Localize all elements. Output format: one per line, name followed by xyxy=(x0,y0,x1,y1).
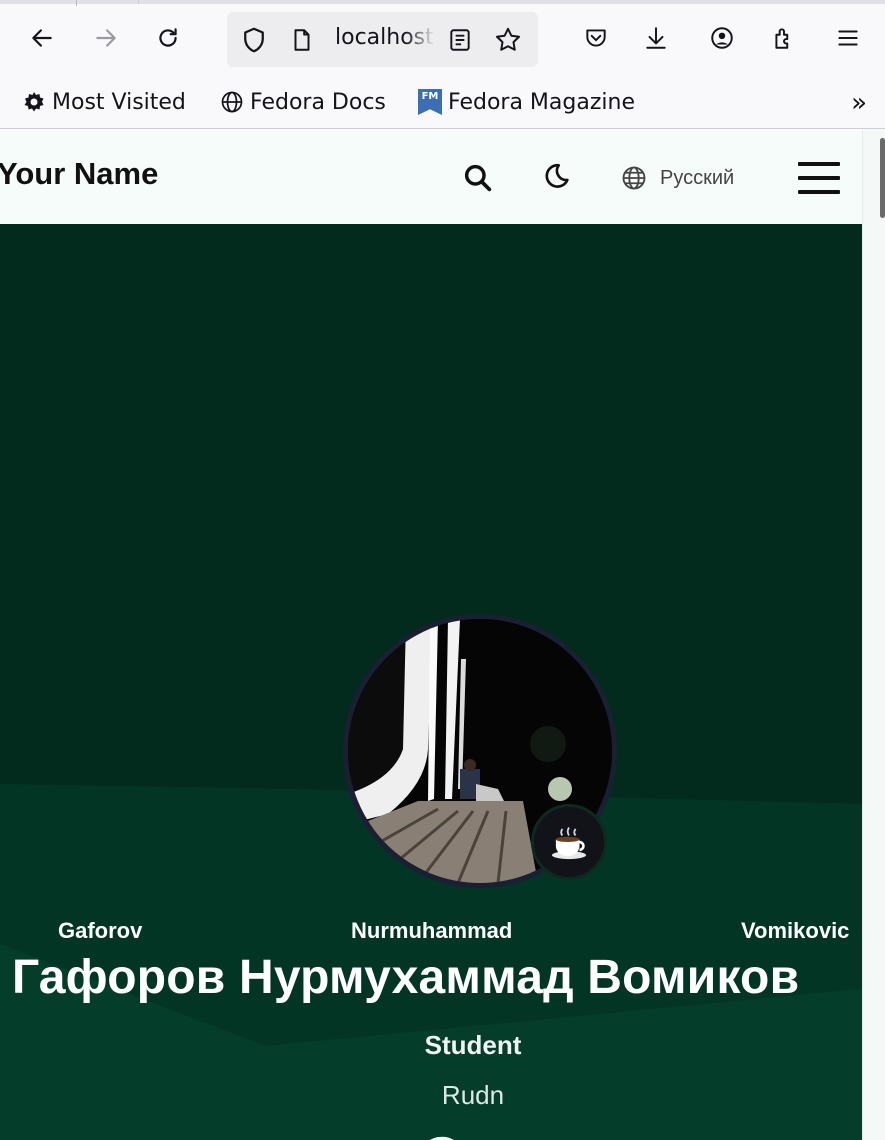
reader-view-icon[interactable] xyxy=(447,27,473,53)
bookmark-label: Fedora Docs xyxy=(250,89,386,115)
search-icon[interactable] xyxy=(462,162,494,194)
social-links: g xyxy=(418,1134,532,1140)
download-icon xyxy=(646,27,666,49)
bookmark-fedora-docs[interactable]: Fedora Docs xyxy=(220,86,386,118)
svg-text:g: g xyxy=(496,1135,521,1140)
arrow-left-icon xyxy=(32,29,52,47)
bookmark-label: Most Visited xyxy=(52,89,186,115)
fedora-magazine-icon: FM xyxy=(418,89,442,115)
language-label: Русский xyxy=(660,166,735,189)
page-viewport: Your Name Русский Gaforov Nurmuhammad Vo… xyxy=(0,130,862,1140)
site-navbar: Your Name Русский xyxy=(0,130,862,224)
puzzle-icon xyxy=(775,28,789,49)
globe-icon xyxy=(221,91,243,113)
name-part-patronymic: Vomikovic xyxy=(741,918,850,943)
site-brand[interactable]: Your Name xyxy=(0,156,158,192)
back-button[interactable] xyxy=(24,20,60,56)
scrollbar-thumb[interactable] xyxy=(880,138,885,218)
bookmark-fedora-magazine[interactable]: FM Fedora Magazine xyxy=(418,86,635,118)
menu-icon xyxy=(838,30,858,46)
forward-button[interactable] xyxy=(88,20,124,56)
shield-icon[interactable] xyxy=(239,25,269,55)
reload-button[interactable] xyxy=(150,20,186,56)
pocket-button[interactable] xyxy=(578,20,614,56)
coffee-icon xyxy=(551,827,587,860)
status-badge xyxy=(531,804,607,880)
reload-icon xyxy=(159,28,177,47)
bookmarks-overflow-button[interactable]: » xyxy=(851,88,867,118)
account-icon xyxy=(711,27,733,49)
app-menu-button[interactable] xyxy=(830,20,866,56)
navigation-bar: localhost xyxy=(0,8,885,70)
extensions-button[interactable] xyxy=(766,20,802,56)
bookmark-label: Fedora Magazine xyxy=(448,89,635,115)
globe-icon xyxy=(622,166,646,190)
browser-toolbar: localhost Most Visited Fedora Docs FM Fe… xyxy=(0,0,885,129)
github-icon[interactable] xyxy=(418,1134,464,1140)
bookmark-star-icon[interactable] xyxy=(493,25,523,55)
page-icon xyxy=(294,29,310,51)
name-part-given: Nurmuhammad xyxy=(351,918,513,943)
arrow-right-icon xyxy=(96,29,116,47)
gear-icon xyxy=(24,92,44,112)
account-button[interactable] xyxy=(704,20,740,56)
google-scholar-icon[interactable]: g xyxy=(486,1134,532,1140)
page-scrollbar[interactable] xyxy=(862,130,885,1140)
tab-strip-edge xyxy=(0,0,885,6)
pocket-icon xyxy=(586,29,606,47)
language-switcher[interactable]: Русский xyxy=(620,162,734,194)
moon-icon[interactable] xyxy=(540,160,572,192)
profile-organization[interactable]: Rudn xyxy=(0,1080,862,1111)
profile-role: Student xyxy=(424,1030,522,1060)
hamburger-menu-icon[interactable] xyxy=(796,160,842,196)
url-text[interactable]: localhost xyxy=(335,25,435,55)
address-bar[interactable]: localhost xyxy=(227,12,538,67)
name-part-surname: Gaforov xyxy=(58,918,143,943)
bookmarks-toolbar: Most Visited Fedora Docs FM Fedora Magaz… xyxy=(0,78,885,124)
profile-full-name: Гафоров Нурмухаммад Вомиков xyxy=(12,951,800,1004)
bookmark-most-visited[interactable]: Most Visited xyxy=(22,86,186,118)
profile-hero: Gaforov Nurmuhammad Vomikovic Гафоров Ну… xyxy=(0,224,862,1140)
downloads-button[interactable] xyxy=(638,20,674,56)
